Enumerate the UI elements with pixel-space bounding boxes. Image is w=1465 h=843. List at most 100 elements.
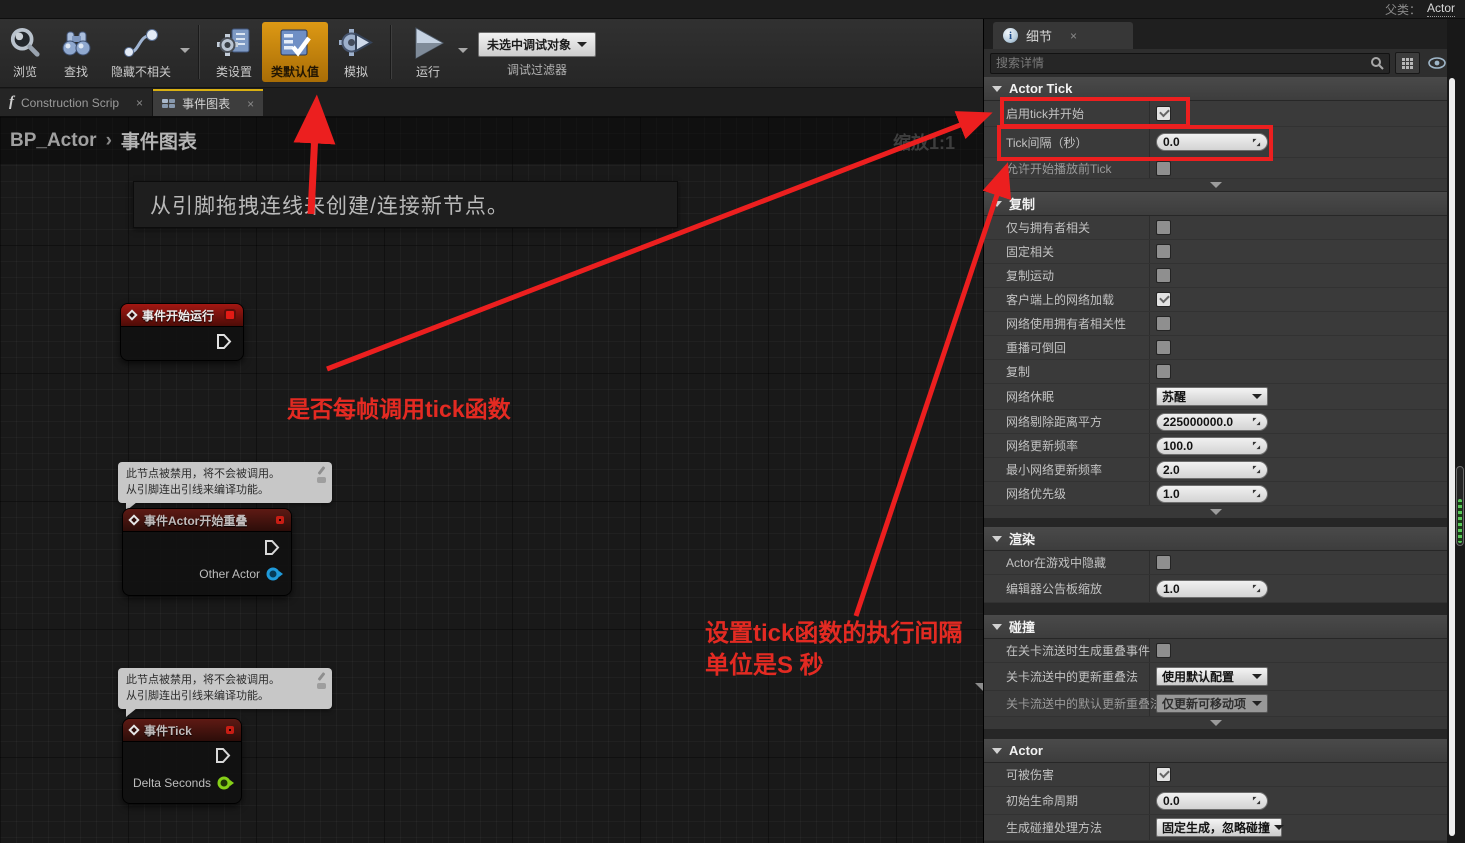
simulate-button[interactable]: 模拟 [328,22,384,82]
property-label: 复制运动 [1006,267,1054,284]
comment-bubble-icon[interactable] [317,477,326,483]
panel-splitter-handle[interactable] [975,683,983,692]
number-field[interactable]: 225000000.0 [1156,413,1268,431]
property-matrix-button[interactable] [1395,52,1420,74]
property-row: 关卡流送中的默认更新重叠法仅更新可移动项 [984,691,1448,717]
property-row: 编辑器公告板缩放1.0 [984,575,1448,603]
number-field[interactable]: 1.0 [1156,485,1268,503]
close-icon[interactable]: × [247,97,254,111]
pin-label: Other Actor [199,567,260,581]
find-button[interactable]: 查找 [50,22,102,82]
advanced-expander[interactable] [984,717,1448,730]
property-row: 初始生命周期0.0 [984,787,1448,815]
checkbox[interactable] [1156,340,1171,355]
dropdown[interactable]: 苏醒 [1156,387,1268,406]
delta-seconds-pin-row[interactable]: Delta Seconds [133,776,234,790]
breadcrumb-graph[interactable]: 事件图表 [121,127,197,154]
checkbox[interactable] [1156,106,1171,121]
section-header-rendering[interactable]: 渲染 [984,527,1448,551]
details-scrollbar-thumb[interactable] [1449,78,1455,836]
property-row: 重播可倒回 [984,336,1448,360]
section-header-actor[interactable]: Actor [984,739,1448,763]
dropdown[interactable]: 使用默认配置 [1156,667,1268,686]
tab-event-graph[interactable]: 事件图表 × [153,89,263,116]
checkbox[interactable] [1156,268,1171,283]
number-field[interactable]: 0.0 [1156,792,1268,810]
tab-construction-script[interactable]: f Construction Scrip × [0,89,153,116]
play-dropdown-caret[interactable] [458,48,468,53]
pin-icon[interactable] [318,672,326,681]
exec-output-pin[interactable] [264,540,280,560]
pin-icon[interactable] [318,466,326,475]
comment-bubble-icon[interactable] [317,683,326,689]
number-field[interactable]: 2.0 [1156,461,1268,479]
number-field[interactable]: 0.0 [1156,133,1268,151]
window-scrollbar-thumb[interactable] [1456,466,1464,546]
property-row: 复制运动 [984,264,1448,288]
section-header-actor-tick[interactable]: Actor Tick [984,77,1448,101]
class-defaults-button[interactable]: 类默认值 [262,22,328,82]
checkbox[interactable] [1156,244,1171,259]
section-header-replication[interactable]: 复制 [984,192,1448,216]
details-search-row [984,49,1465,77]
advanced-expander[interactable] [984,179,1448,192]
exec-output-pin[interactable] [216,334,232,354]
chevron-down-icon [1252,674,1262,679]
dropdown[interactable]: 仅更新可移动项 [1156,694,1268,713]
property-row: 可被伤害 [984,763,1448,787]
property-label: 网络优先级 [1006,485,1066,502]
checkbox[interactable] [1156,767,1171,782]
binoculars-icon [59,24,93,61]
checkbox[interactable] [1156,555,1171,570]
property-label: 生成碰撞处理方法 [1006,819,1102,836]
advanced-expander[interactable] [984,506,1448,519]
close-icon[interactable]: × [1070,29,1077,43]
chevron-down-icon [1210,182,1222,188]
exec-output-pin[interactable] [215,748,231,768]
hide-unrelated-dropdown-caret[interactable] [180,48,190,53]
node-event-actor-begin-overlap[interactable]: 事件Actor开始重叠 Other Actor [122,508,292,596]
search-input[interactable] [996,56,1370,70]
number-field[interactable]: 100.0 [1156,437,1268,455]
number-field[interactable]: 1.0 [1156,580,1268,598]
other-actor-pin-row[interactable]: Other Actor [199,567,283,581]
class-settings-button[interactable]: 类设置 [206,22,262,82]
breadcrumb-blueprint[interactable]: BP_Actor [10,130,97,152]
parent-class-link[interactable]: Actor [1427,1,1455,17]
list-check-icon [276,24,314,61]
close-icon[interactable]: × [136,96,143,110]
section-title: 复制 [1009,194,1035,213]
node-state-indicator [226,726,234,734]
property-row: 关卡流送中的更新重叠法使用默认配置 [984,663,1448,691]
checkbox[interactable] [1156,364,1171,379]
play-button[interactable]: 运行 [398,22,458,82]
pin-label: Delta Seconds [133,776,211,790]
tab-details[interactable]: i 细节 × [993,22,1133,49]
property-row: 最小网络更新频率2.0 [984,458,1448,482]
annotation-interval: 设置tick函数的执行间隔 单位是S 秒 [705,618,962,682]
graph-breadcrumb-bar: BP_Actor › 事件图表 [0,117,983,164]
checkbox[interactable] [1156,161,1171,176]
drag-corners-icon [1252,584,1261,593]
node-header[interactable]: 事件Actor开始重叠 [123,509,291,532]
checkbox[interactable] [1156,643,1171,658]
section-header-collision[interactable]: 碰撞 [984,615,1448,639]
checkbox[interactable] [1156,220,1171,235]
search-box[interactable] [990,53,1390,74]
debug-object-dropdown[interactable]: 未选中调试对象 [478,32,596,57]
toolbar-separator [198,25,200,79]
number-value: 100.0 [1163,439,1252,453]
node-title: 事件Tick [144,722,192,739]
node-header[interactable]: 事件Tick [123,719,241,742]
node-header[interactable]: 事件开始运行 [121,304,243,327]
dropdown[interactable]: 固定生成，忽略碰撞 [1156,818,1282,837]
tab-event-graph-label: 事件图表 [182,95,230,112]
event-graph-canvas[interactable]: BP_Actor › 事件图表 缩放1:1 从引脚拖拽连线来创建/连接新节点。 … [0,117,983,843]
node-event-begin-play[interactable]: 事件开始运行 [120,303,244,361]
node-event-tick[interactable]: 事件Tick Delta Seconds [122,718,242,804]
browse-button[interactable]: 浏览 [0,22,50,82]
checkbox[interactable] [1156,292,1171,307]
checkbox[interactable] [1156,316,1171,331]
hide-unrelated-button[interactable]: 隐藏不相关 [102,22,180,82]
drag-corners-icon [1252,441,1261,450]
